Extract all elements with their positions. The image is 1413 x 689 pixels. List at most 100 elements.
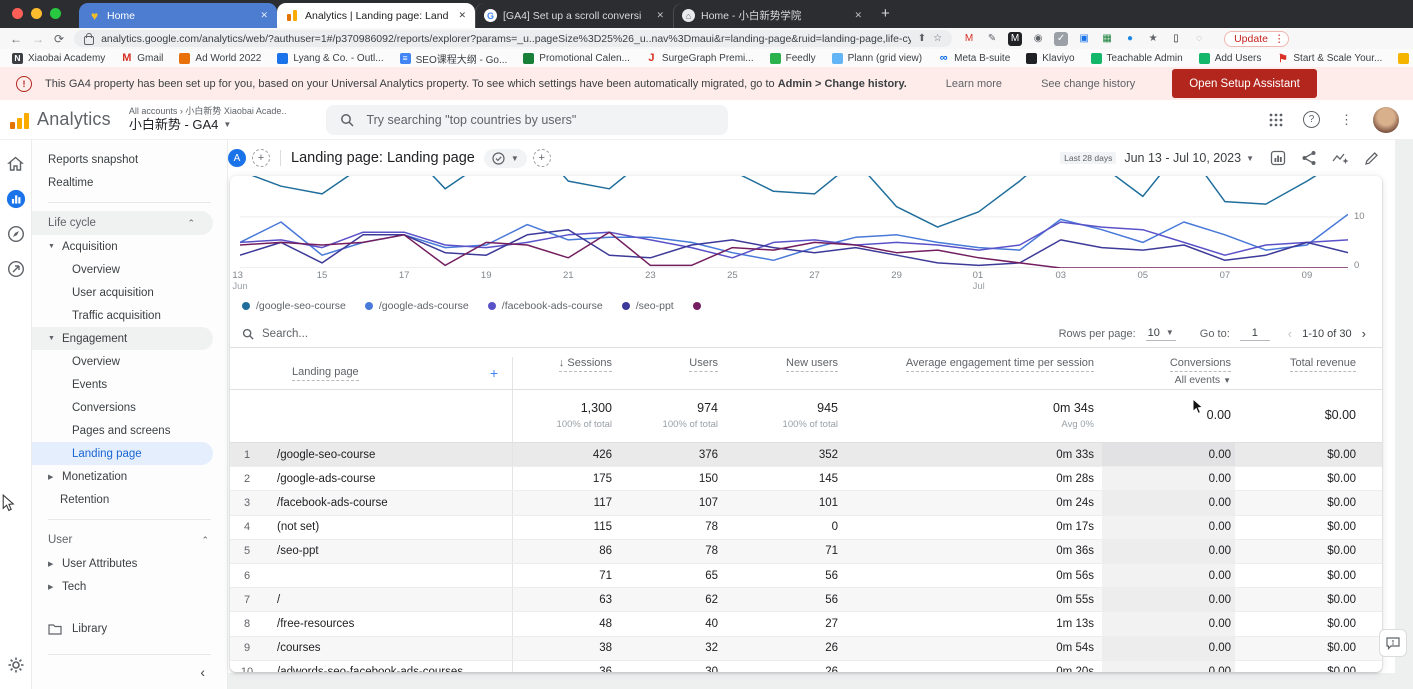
rows-per-page-select[interactable]: 10▼ xyxy=(1146,327,1176,341)
bookmark-gmail[interactable]: MGmail xyxy=(121,53,163,64)
bookmark-teachable-admin[interactable]: Teachable Admin xyxy=(1091,53,1183,64)
maximize-window-icon[interactable] xyxy=(50,8,61,19)
extension-icon[interactable]: ▦ xyxy=(1100,32,1114,46)
column-landing-page[interactable]: Landing page + xyxy=(230,357,513,389)
browser-tab-analytics-landing-page-land[interactable]: Analytics | Landing page: Land✕ xyxy=(277,3,475,28)
sidebar-item-library[interactable]: Library xyxy=(32,614,227,644)
reload-icon[interactable]: ⟳ xyxy=(54,33,64,45)
row-landing-page[interactable]: /google-seo-course xyxy=(264,443,513,466)
table-row-10[interactable]: 10/adwords-seo-facebook-ads-courses36302… xyxy=(230,661,1382,672)
customize-chart-icon[interactable] xyxy=(1270,150,1286,166)
tab-close-icon[interactable]: ✕ xyxy=(458,10,466,21)
add-report-tab-button[interactable]: + xyxy=(533,149,551,167)
bookmark-start-scale-your[interactable]: ⚑Start & Scale Your... xyxy=(1277,53,1382,64)
legend-item-facebook-ads-course[interactable]: /facebook-ads-course xyxy=(488,300,603,312)
feedback-button[interactable] xyxy=(1379,629,1407,657)
conversions-event-filter[interactable]: All events ▼ xyxy=(1102,374,1231,386)
extension-icon[interactable]: M xyxy=(962,32,976,46)
update-button[interactable]: Update ⋮ xyxy=(1224,31,1289,47)
admin-gear-icon[interactable] xyxy=(6,655,26,675)
legend-item-google-seo-course[interactable]: /google-seo-course xyxy=(242,300,346,312)
bookmark-klaviyo[interactable]: Klaviyo xyxy=(1026,53,1074,64)
tab-close-icon[interactable]: ✕ xyxy=(656,10,664,21)
more-options-icon[interactable]: ⋮ xyxy=(1340,112,1353,128)
edit-report-icon[interactable] xyxy=(1364,151,1379,166)
row-landing-page[interactable]: (not set) xyxy=(264,516,513,539)
legend-item-google-ads-course[interactable]: /google-ads-course xyxy=(365,300,469,312)
tab-close-icon[interactable]: ✕ xyxy=(260,10,268,21)
goto-page-input[interactable]: 1 xyxy=(1240,327,1270,341)
browser-tab-ga4-set-up-a-scroll-conversi[interactable]: G[GA4] Set up a scroll conversi✕ xyxy=(475,3,673,28)
see-change-history-link[interactable]: See change history xyxy=(1041,78,1135,90)
sidebar-item-engagement[interactable]: ▼Engagement xyxy=(32,327,213,350)
chevron-up-icon[interactable]: ⌃ xyxy=(187,218,195,229)
sidebar-item-user-acquisition[interactable]: User acquisition xyxy=(32,281,227,304)
column-avg-engagement[interactable]: Average engagement time per session xyxy=(846,357,1102,369)
apps-grid-icon[interactable] xyxy=(1269,113,1283,127)
learn-more-link[interactable]: Learn more xyxy=(946,78,1002,90)
row-landing-page[interactable]: / xyxy=(264,588,513,611)
explore-icon[interactable] xyxy=(6,224,26,244)
ga-search-bar[interactable]: Try searching "top countries by users" xyxy=(326,105,728,135)
insights-icon[interactable] xyxy=(1332,150,1349,166)
column-new-users[interactable]: New users xyxy=(726,357,846,369)
caret-right-icon[interactable]: ▶ xyxy=(48,560,55,568)
sidebar-item-overview[interactable]: Overview xyxy=(32,350,227,373)
help-icon[interactable]: ? xyxy=(1303,111,1320,128)
previous-page-icon[interactable]: ‹ xyxy=(1288,326,1292,341)
browser-menu-icon[interactable]: ⋮ xyxy=(1274,33,1285,45)
add-dimension-icon[interactable]: + xyxy=(490,365,498,381)
row-landing-page[interactable]: /facebook-ads-course xyxy=(264,491,513,514)
new-tab-button[interactable]: + xyxy=(881,5,890,22)
sidebar-item-overview[interactable]: Overview xyxy=(32,258,227,281)
bookmark-feedly[interactable]: Feedly xyxy=(770,53,816,64)
sidebar-item-tech[interactable]: ▶Tech xyxy=(32,575,227,598)
forward-icon[interactable]: → xyxy=(32,33,44,45)
caret-right-icon[interactable]: ▶ xyxy=(48,473,55,481)
table-row-6[interactable]: 67165560m 56s0.00$0.00 xyxy=(230,564,1382,588)
sidebar-item-landing-page[interactable]: Landing page xyxy=(32,442,213,465)
table-row-2[interactable]: 2/google-ads-course1751501450m 28s0.00$0… xyxy=(230,467,1382,491)
url-bar[interactable]: analytics.google.com/analytics/web/?auth… xyxy=(74,30,952,47)
caret-down-icon[interactable]: ▼ xyxy=(48,335,55,342)
date-range-selector[interactable]: Jun 13 - Jul 10, 2023▼ xyxy=(1124,151,1254,165)
extension-icon[interactable]: ✓ xyxy=(1054,32,1068,46)
table-row-8[interactable]: 8/free-resources4840271m 13s0.00$0.00 xyxy=(230,612,1382,636)
report-customized-badge[interactable]: ▼ xyxy=(484,149,527,168)
bookmark-lyang-co-outl[interactable]: Lyang & Co. - Outl... xyxy=(277,53,383,64)
table-row-7[interactable]: 7/6362560m 55s0.00$0.00 xyxy=(230,588,1382,612)
extension-icon[interactable]: ▣ xyxy=(1077,32,1091,46)
legend-item-other[interactable] xyxy=(693,302,701,310)
row-landing-page[interactable]: /seo-ppt xyxy=(264,540,513,563)
row-landing-page[interactable] xyxy=(264,564,513,587)
sidebar-item-conversions[interactable]: Conversions xyxy=(32,396,227,419)
next-page-icon[interactable]: › xyxy=(1362,326,1366,341)
bookmark-seo-go[interactable]: ≡SEO课程大纲 - Go... xyxy=(400,51,508,66)
segment-all-users-badge[interactable]: A xyxy=(228,149,246,167)
browser-tab-home[interactable]: ♥Home✕ xyxy=(79,3,277,28)
sidebar-item-traffic-acquisition[interactable]: Traffic acquisition xyxy=(32,304,227,327)
collapse-sidebar-button[interactable]: ‹ xyxy=(32,655,227,689)
row-landing-page[interactable]: /free-resources xyxy=(264,612,513,635)
caret-down-icon[interactable]: ▼ xyxy=(48,243,55,250)
advertising-icon[interactable] xyxy=(6,259,26,279)
sidebar-item-monetization[interactable]: ▶Monetization xyxy=(32,465,227,488)
bookmark-meta-b-suite[interactable]: ∞Meta B-suite xyxy=(938,53,1010,64)
tab-close-icon[interactable]: ✕ xyxy=(854,10,862,21)
breadcrumb[interactable]: All accounts › 小白新势 Xiaobai Acade.. xyxy=(129,106,287,117)
column-sessions[interactable]: ↓ Sessions xyxy=(513,357,620,369)
extension-icon[interactable]: ● xyxy=(1123,32,1137,46)
column-total-revenue[interactable]: Total revenue xyxy=(1235,357,1382,369)
extension-icon[interactable]: ◉ xyxy=(1031,32,1045,46)
legend-item-seo-ppt[interactable]: /seo-ppt xyxy=(622,300,674,312)
sidebar-item-reports-snapshot[interactable]: Reports snapshot xyxy=(32,148,227,171)
bookmark-xiaobai-academy[interactable]: NXiaobai Academy xyxy=(12,53,105,64)
extension-icon[interactable]: ✎ xyxy=(985,32,999,46)
open-setup-assistant-button[interactable]: Open Setup Assistant xyxy=(1172,69,1317,98)
property-selector[interactable]: 小白新势 - GA4▼ xyxy=(129,117,287,133)
table-row-3[interactable]: 3/facebook-ads-course1171071010m 24s0.00… xyxy=(230,491,1382,515)
table-row-4[interactable]: 4(not set)1157800m 17s0.00$0.00 xyxy=(230,516,1382,540)
column-conversions[interactable]: Conversions All events ▼ xyxy=(1102,357,1235,386)
extension-icon[interactable]: ▯ xyxy=(1169,32,1183,46)
sidebar-item-retention[interactable]: Retention xyxy=(32,488,227,511)
